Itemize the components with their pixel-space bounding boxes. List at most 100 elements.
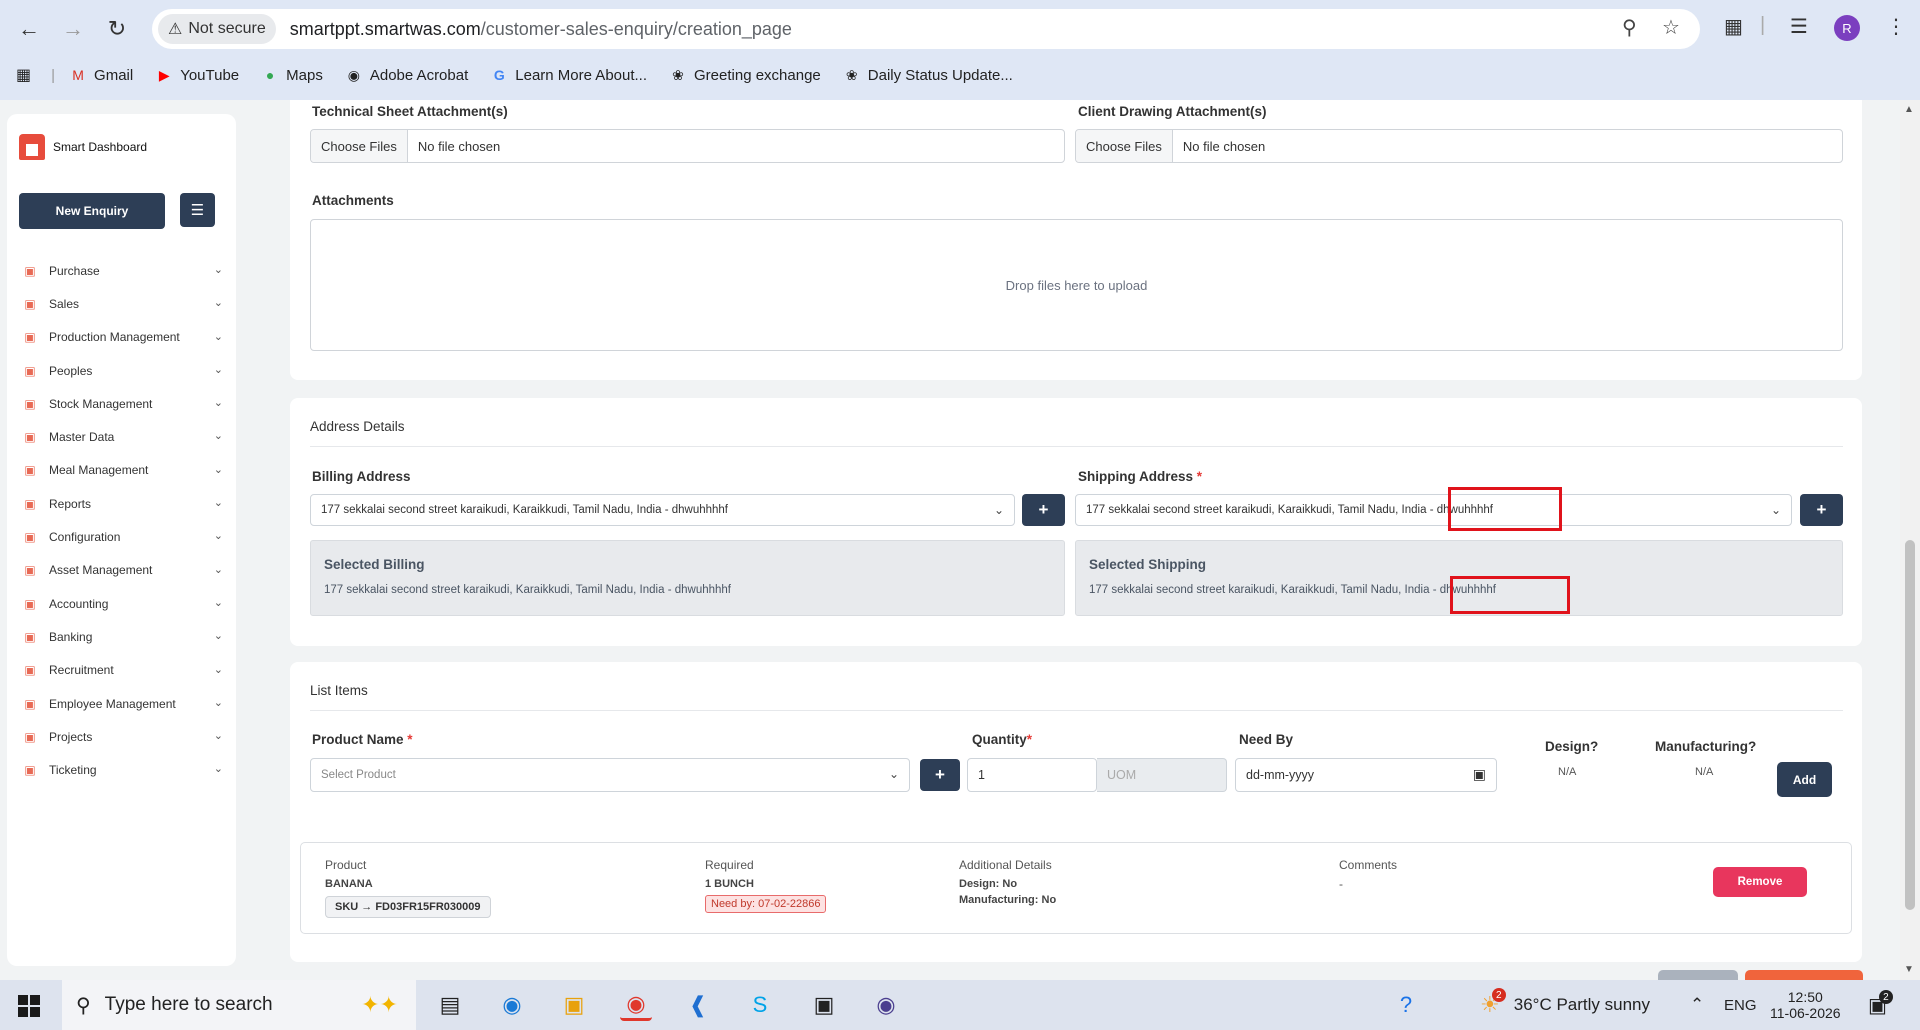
more-menu-icon[interactable]: ⋮ [1886,14,1906,39]
page-scrollbar[interactable]: ▲ ▼ [1900,100,1920,980]
eclipse-icon[interactable]: ◉ [870,989,902,1021]
back-button[interactable] [1658,970,1738,980]
bookmark-greeting[interactable]: ❀ Greeting exchange [669,67,821,84]
address-bar[interactable]: ⚠ Not secure smartppt.smartwas.com/custo… [152,9,1700,49]
bookmark-gmail[interactable]: M Gmail [69,67,133,84]
bookmark-daily-status[interactable]: ❀ Daily Status Update... [843,67,1013,84]
manufacturing-value: N/A [1695,766,1714,778]
bookmark-youtube[interactable]: ▶ YouTube [155,67,239,84]
calendar-icon[interactable]: ▣ [1473,766,1486,783]
chevron-down-icon: ⌄ [213,596,223,609]
chrome-icon[interactable]: ◉ [620,989,652,1021]
new-enquiry-button[interactable]: New Enquiry [19,193,165,229]
add-product-button[interactable]: + [920,759,960,791]
edge-icon[interactable]: ◉ [496,989,528,1021]
shipping-address-select[interactable]: 177 sekkalai second street karaikudi, Ka… [1075,494,1792,526]
scroll-thumb[interactable] [1905,540,1915,910]
add-shipping-address-button[interactable]: + [1800,494,1843,526]
notification-icon[interactable]: ▣ 2 [1868,980,1893,1030]
choose-files-button[interactable]: Choose Files [1076,130,1173,162]
brand-name: Smart Dashboard [53,140,148,154]
sidebar-item-configuration[interactable]: ▣ Configuration ⌄ [23,520,223,553]
remove-item-button[interactable]: Remove [1713,867,1807,897]
sidebar-item-stock[interactable]: ▣ Stock Management ⌄ [23,387,223,420]
extensions-icon[interactable]: ▦ [1724,14,1743,39]
hamburger-icon: ☰ [190,202,205,219]
sidebar-item-banking[interactable]: ▣ Banking ⌄ [23,620,223,653]
sidebar-item-meal[interactable]: ▣ Meal Management ⌄ [23,454,223,487]
sidebar-item-reports[interactable]: ▣ Reports ⌄ [23,487,223,520]
add-billing-address-button[interactable]: + [1022,494,1065,526]
choose-files-button[interactable]: Choose Files [311,130,408,162]
sidebar-item-recruitment[interactable]: ▣ Recruitment ⌄ [23,654,223,687]
sidebar-item-accounting[interactable]: ▣ Accounting ⌄ [23,587,223,620]
sidebar-item-master-data[interactable]: ▣ Master Data ⌄ [23,420,223,453]
scroll-up-icon[interactable]: ▲ [1904,104,1914,115]
brand[interactable]: Smart Dashboard [19,134,147,160]
remove-label: Remove [1737,876,1783,888]
maps-pin-icon: ● [265,67,275,83]
bookmark-maps[interactable]: ● Maps [261,67,323,84]
taskbar-search[interactable]: ⚲ Type here to search ✦✦ [62,980,416,1030]
manufacturing-detail: Manufacturing: No [959,894,1057,906]
task-view-icon[interactable]: ▤ [434,989,466,1021]
sidebar-item-label: Employee Management [49,696,176,711]
media-control-icon[interactable]: ☰ [1790,14,1808,39]
apps-grid-icon[interactable]: ▦ [16,65,31,85]
sidebar-item-production[interactable]: ▣ Production Management ⌄ [23,321,223,354]
sidebar-item-peoples[interactable]: ▣ Peoples ⌄ [23,354,223,387]
dropzone[interactable]: Drop files here to upload [310,219,1843,351]
file-explorer-icon[interactable]: ▣ [558,989,590,1021]
client-drawing-file-input[interactable]: Choose Files No file chosen [1075,129,1843,163]
bank-icon: ▣ [24,629,36,644]
security-chip[interactable]: ⚠ Not secure [158,14,276,44]
bookmark-adobe[interactable]: ◉ Adobe Acrobat [345,67,469,84]
technical-sheet-file-input[interactable]: Choose Files No file chosen [310,129,1065,163]
sidebar-item-employee[interactable]: ▣ Employee Management ⌄ [23,687,223,720]
help-icon[interactable]: ? [1390,989,1422,1021]
bookmark-label: YouTube [180,66,240,84]
windows-start-icon[interactable] [18,995,40,1017]
sidebar-item-asset[interactable]: ▣ Asset Management ⌄ [23,554,223,587]
need-by-date-input[interactable]: dd-mm-yyyy ▣ [1235,758,1497,792]
sidebar-item-purchase[interactable]: ▣ Purchase ⌄ [23,254,223,287]
sticky-notes-icon[interactable]: ▣ [808,989,840,1021]
url-path: /customer-sales-enquiry/creation_page [480,18,792,39]
weather-text: 36°C Partly sunny [1513,995,1650,1014]
plus-icon: + [1816,500,1827,519]
language-indicator[interactable]: ENG [1724,980,1757,1030]
plus-icon: + [1038,500,1049,519]
sales-icon: ▣ [24,296,36,311]
sidebar-item-ticketing[interactable]: ▣ Ticketing ⌄ [23,753,223,786]
back-arrow-icon[interactable]: ← [12,12,46,46]
forward-arrow-icon[interactable]: → [56,12,90,46]
product-select[interactable]: Select Product ⌄ [310,758,910,792]
bookmark-star-icon[interactable]: ☆ [1662,15,1680,40]
reload-icon[interactable]: ↻ [100,12,134,46]
sidebar-item-sales[interactable]: ▣ Sales ⌄ [23,287,223,320]
sidebar-item-label: Sales [49,296,80,311]
additional-details-header: Additional Details [959,858,1052,872]
weather-widget[interactable]: ☀ 2 36°C Partly sunny [1480,980,1650,1030]
chevron-down-icon: ⌄ [213,530,223,543]
submit-button[interactable] [1745,970,1863,980]
billing-address-select[interactable]: 177 sekkalai second street karaikudi, Ka… [310,494,1015,526]
clock[interactable]: 12:50 11-06-2026 [1770,980,1841,1030]
uom-placeholder: UOM [1107,768,1137,782]
bookmark-learn-more[interactable]: G Learn More About... [490,67,647,84]
sidebar-item-projects[interactable]: ▣ Projects ⌄ [23,720,223,753]
date-placeholder: dd-mm-yyyy [1246,768,1315,782]
profile-avatar[interactable]: R [1834,15,1860,41]
quantity-input[interactable]: 1 [967,758,1097,792]
zoom-icon[interactable]: ⚲ [1622,15,1637,40]
list-items-card: List Items Product Name * Quantity* Need… [290,662,1862,962]
chevron-down-icon: ⌄ [213,330,223,343]
add-item-button[interactable]: Add [1777,762,1832,797]
file-status: No file chosen [1182,138,1266,154]
design-label: Design? [1545,739,1599,754]
tray-overflow-icon[interactable]: ⌃ [1690,980,1704,1030]
vscode-icon[interactable]: ❰ [682,989,714,1021]
scroll-down-icon[interactable]: ▼ [1904,964,1914,975]
hamburger-menu-button[interactable]: ☰ [180,193,215,227]
skype-icon[interactable]: S [744,989,776,1021]
